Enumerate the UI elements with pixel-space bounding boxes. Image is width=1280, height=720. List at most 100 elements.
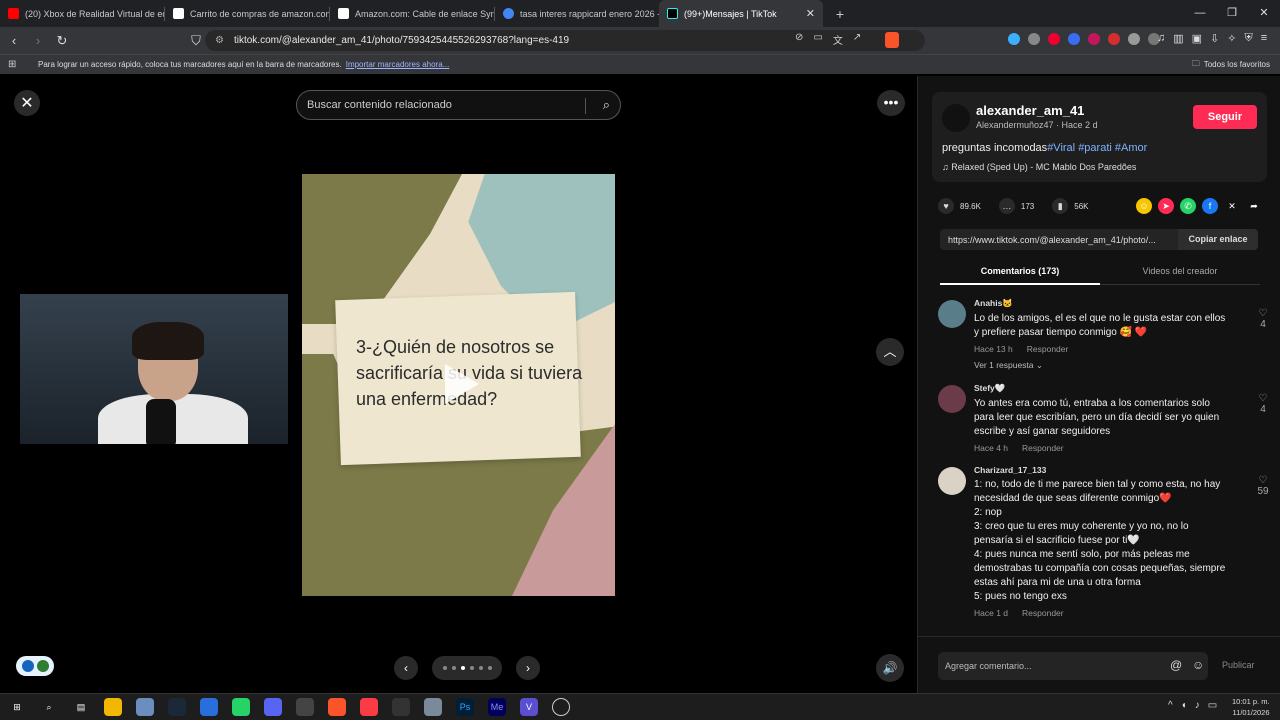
volume-icon[interactable]: ◖ xyxy=(1181,700,1187,711)
brave-shields-icon[interactable] xyxy=(885,32,899,48)
brave-icon[interactable] xyxy=(328,698,346,716)
apps-icon[interactable]: ⊞ xyxy=(8,59,22,70)
extension-icon[interactable] xyxy=(1108,33,1120,45)
extension-icon[interactable] xyxy=(1008,33,1020,45)
translate-icon[interactable]: 文 xyxy=(833,32,843,47)
pager-dot[interactable] xyxy=(442,666,447,670)
view-replies-link[interactable]: Ver 1 respuesta ⌄ xyxy=(974,360,1268,371)
extension-icon[interactable] xyxy=(1048,33,1060,45)
reload-icon[interactable]: ↻ xyxy=(52,33,72,49)
publish-button[interactable]: Publicar xyxy=(1222,660,1255,670)
comment-input[interactable]: Agregar comentario... @ ☺ xyxy=(938,652,1208,680)
bookmark-icon[interactable]: ⛉ xyxy=(186,33,206,49)
forward-icon[interactable]: › xyxy=(28,33,48,48)
app-icon[interactable] xyxy=(424,698,442,716)
sidebar-icon[interactable]: ▥ xyxy=(1173,32,1183,45)
microphone-icon[interactable]: ♪ xyxy=(1195,700,1200,711)
avatar[interactable] xyxy=(942,104,970,132)
avatar[interactable] xyxy=(938,467,966,495)
app-icon[interactable] xyxy=(296,698,314,716)
photoshop-icon[interactable]: Ps xyxy=(456,698,474,716)
site-settings-icon[interactable]: ⚙ xyxy=(215,35,224,46)
post-photo[interactable]: 3-¿Quién de nosotros se sacrificaría su … xyxy=(302,174,615,596)
follow-button[interactable]: Seguir xyxy=(1193,105,1257,129)
extension-icon[interactable] xyxy=(1028,33,1040,45)
avatar[interactable] xyxy=(938,300,966,328)
more-options-button[interactable]: ••• xyxy=(877,90,905,116)
reply-button[interactable]: Responder xyxy=(1022,608,1064,618)
mention-icon[interactable]: @ xyxy=(1170,658,1182,672)
steam-icon[interactable] xyxy=(168,698,186,716)
share-link-field[interactable]: https://www.tiktok.com/@alexander_am_41/… xyxy=(940,229,1258,250)
whatsapp-icon[interactable] xyxy=(232,698,250,716)
media-encoder-icon[interactable]: Me xyxy=(488,698,506,716)
comment-icon[interactable]: … xyxy=(998,198,1015,214)
pager-dot[interactable] xyxy=(451,666,456,670)
comment-like[interactable]: ♡ 4 xyxy=(1254,308,1272,330)
search-icon[interactable]: ⌕ xyxy=(40,698,58,716)
comment-like[interactable]: ♡ 4 xyxy=(1254,393,1272,415)
tab-amazon-cable[interactable]: Amazon.com: Cable de enlace Synte xyxy=(330,0,494,27)
prev-photo-button[interactable]: ‹ xyxy=(394,656,418,680)
new-tab-button[interactable]: + xyxy=(829,6,851,22)
send-icon[interactable]: ➤ xyxy=(1158,198,1174,214)
windows-start-icon[interactable]: ⊞ xyxy=(8,698,26,716)
download-icon[interactable]: ⇩ xyxy=(1210,32,1219,45)
app-icon[interactable] xyxy=(392,698,410,716)
comment-like[interactable]: ♡ 59 xyxy=(1254,475,1272,497)
bookmark-icon[interactable]: ▮ xyxy=(1052,198,1069,214)
back-icon[interactable]: ‹ xyxy=(4,33,24,48)
creator-username[interactable]: alexander_am_41 xyxy=(976,103,1084,118)
network-icon[interactable]: ▭ xyxy=(1208,700,1217,711)
extension-icon[interactable] xyxy=(1088,33,1100,45)
pager-dot[interactable] xyxy=(460,666,465,670)
pager-dot[interactable] xyxy=(487,666,492,670)
tab-comments[interactable]: Comentarios (173) xyxy=(940,261,1100,285)
tab-creator-videos[interactable]: Videos del creador xyxy=(1100,261,1260,285)
embed-icon[interactable]: ☺ xyxy=(1136,198,1152,214)
avatar[interactable] xyxy=(938,385,966,413)
pager-dot[interactable] xyxy=(478,666,483,670)
share-icon[interactable]: ↗ xyxy=(853,32,861,47)
search-input[interactable]: Buscar contenido relacionado ⌕ xyxy=(296,90,621,120)
puzzle-icon[interactable] xyxy=(1128,33,1140,45)
next-photo-button[interactable]: › xyxy=(516,656,540,680)
task-view-icon[interactable]: ▤ xyxy=(72,698,90,716)
comment-author[interactable]: Charizard_17_133 xyxy=(974,465,1268,475)
app-icon[interactable] xyxy=(200,698,218,716)
facebook-icon[interactable]: f xyxy=(1202,198,1218,214)
menu-icon[interactable]: ≡ xyxy=(1261,32,1267,45)
close-viewer-button[interactable]: ✕ xyxy=(14,90,40,116)
file-explorer-icon[interactable] xyxy=(104,698,122,716)
itunes-icon[interactable] xyxy=(360,698,378,716)
vpn-icon[interactable]: ⛨ xyxy=(1245,32,1253,45)
previous-post-button[interactable]: ︿ xyxy=(876,338,904,366)
search-icon[interactable]: ⌕ xyxy=(603,97,610,113)
whatsapp-icon[interactable]: ✆ xyxy=(1180,198,1196,214)
tab-tiktok[interactable]: (99+)Mensajes | TikTok ✕ xyxy=(659,0,823,27)
play-icon[interactable] xyxy=(445,364,479,404)
app-icon[interactable] xyxy=(136,698,154,716)
hashtag-link[interactable]: #Viral xyxy=(1047,142,1075,154)
tab-amazon-cart[interactable]: Carrito de compras de amazon.com xyxy=(165,0,329,27)
close-window-icon[interactable]: ✕ xyxy=(1248,0,1280,27)
extension-icon[interactable] xyxy=(1068,33,1080,45)
cast-icon[interactable]: ▭ xyxy=(813,32,822,47)
all-favorites[interactable]: 🗀 Todos los favoritos xyxy=(1192,58,1270,72)
chatgpt-icon[interactable] xyxy=(552,698,570,716)
volume-button[interactable]: 🔊 xyxy=(876,654,904,682)
heart-icon[interactable]: ♥ xyxy=(938,198,954,214)
tab-xbox[interactable]: (20) Xbox de Realidad Virtual de edic xyxy=(0,0,164,27)
import-bookmarks-link[interactable]: Importar marcadores ahora... xyxy=(346,60,450,69)
music-line[interactable]: ♫ Relaxed (Sped Up) - MC Mablo Dos Pared… xyxy=(942,162,1136,172)
emoji-icon[interactable]: ☺ xyxy=(1192,658,1204,672)
mute-icon[interactable]: ⊘ xyxy=(795,32,803,47)
chevron-up-icon[interactable]: ^ xyxy=(1168,700,1173,711)
hashtag-link[interactable]: #parati xyxy=(1078,142,1112,154)
restore-icon[interactable]: ❐ xyxy=(1216,0,1248,27)
comment-author[interactable]: Anahis🐱 xyxy=(974,298,1268,309)
discord-icon[interactable] xyxy=(264,698,282,716)
system-clock[interactable]: 10:01 p. m. 11/01/2026 xyxy=(1232,696,1270,718)
minimize-icon[interactable]: — xyxy=(1184,0,1216,27)
wallet-icon[interactable]: ▣ xyxy=(1192,32,1202,45)
